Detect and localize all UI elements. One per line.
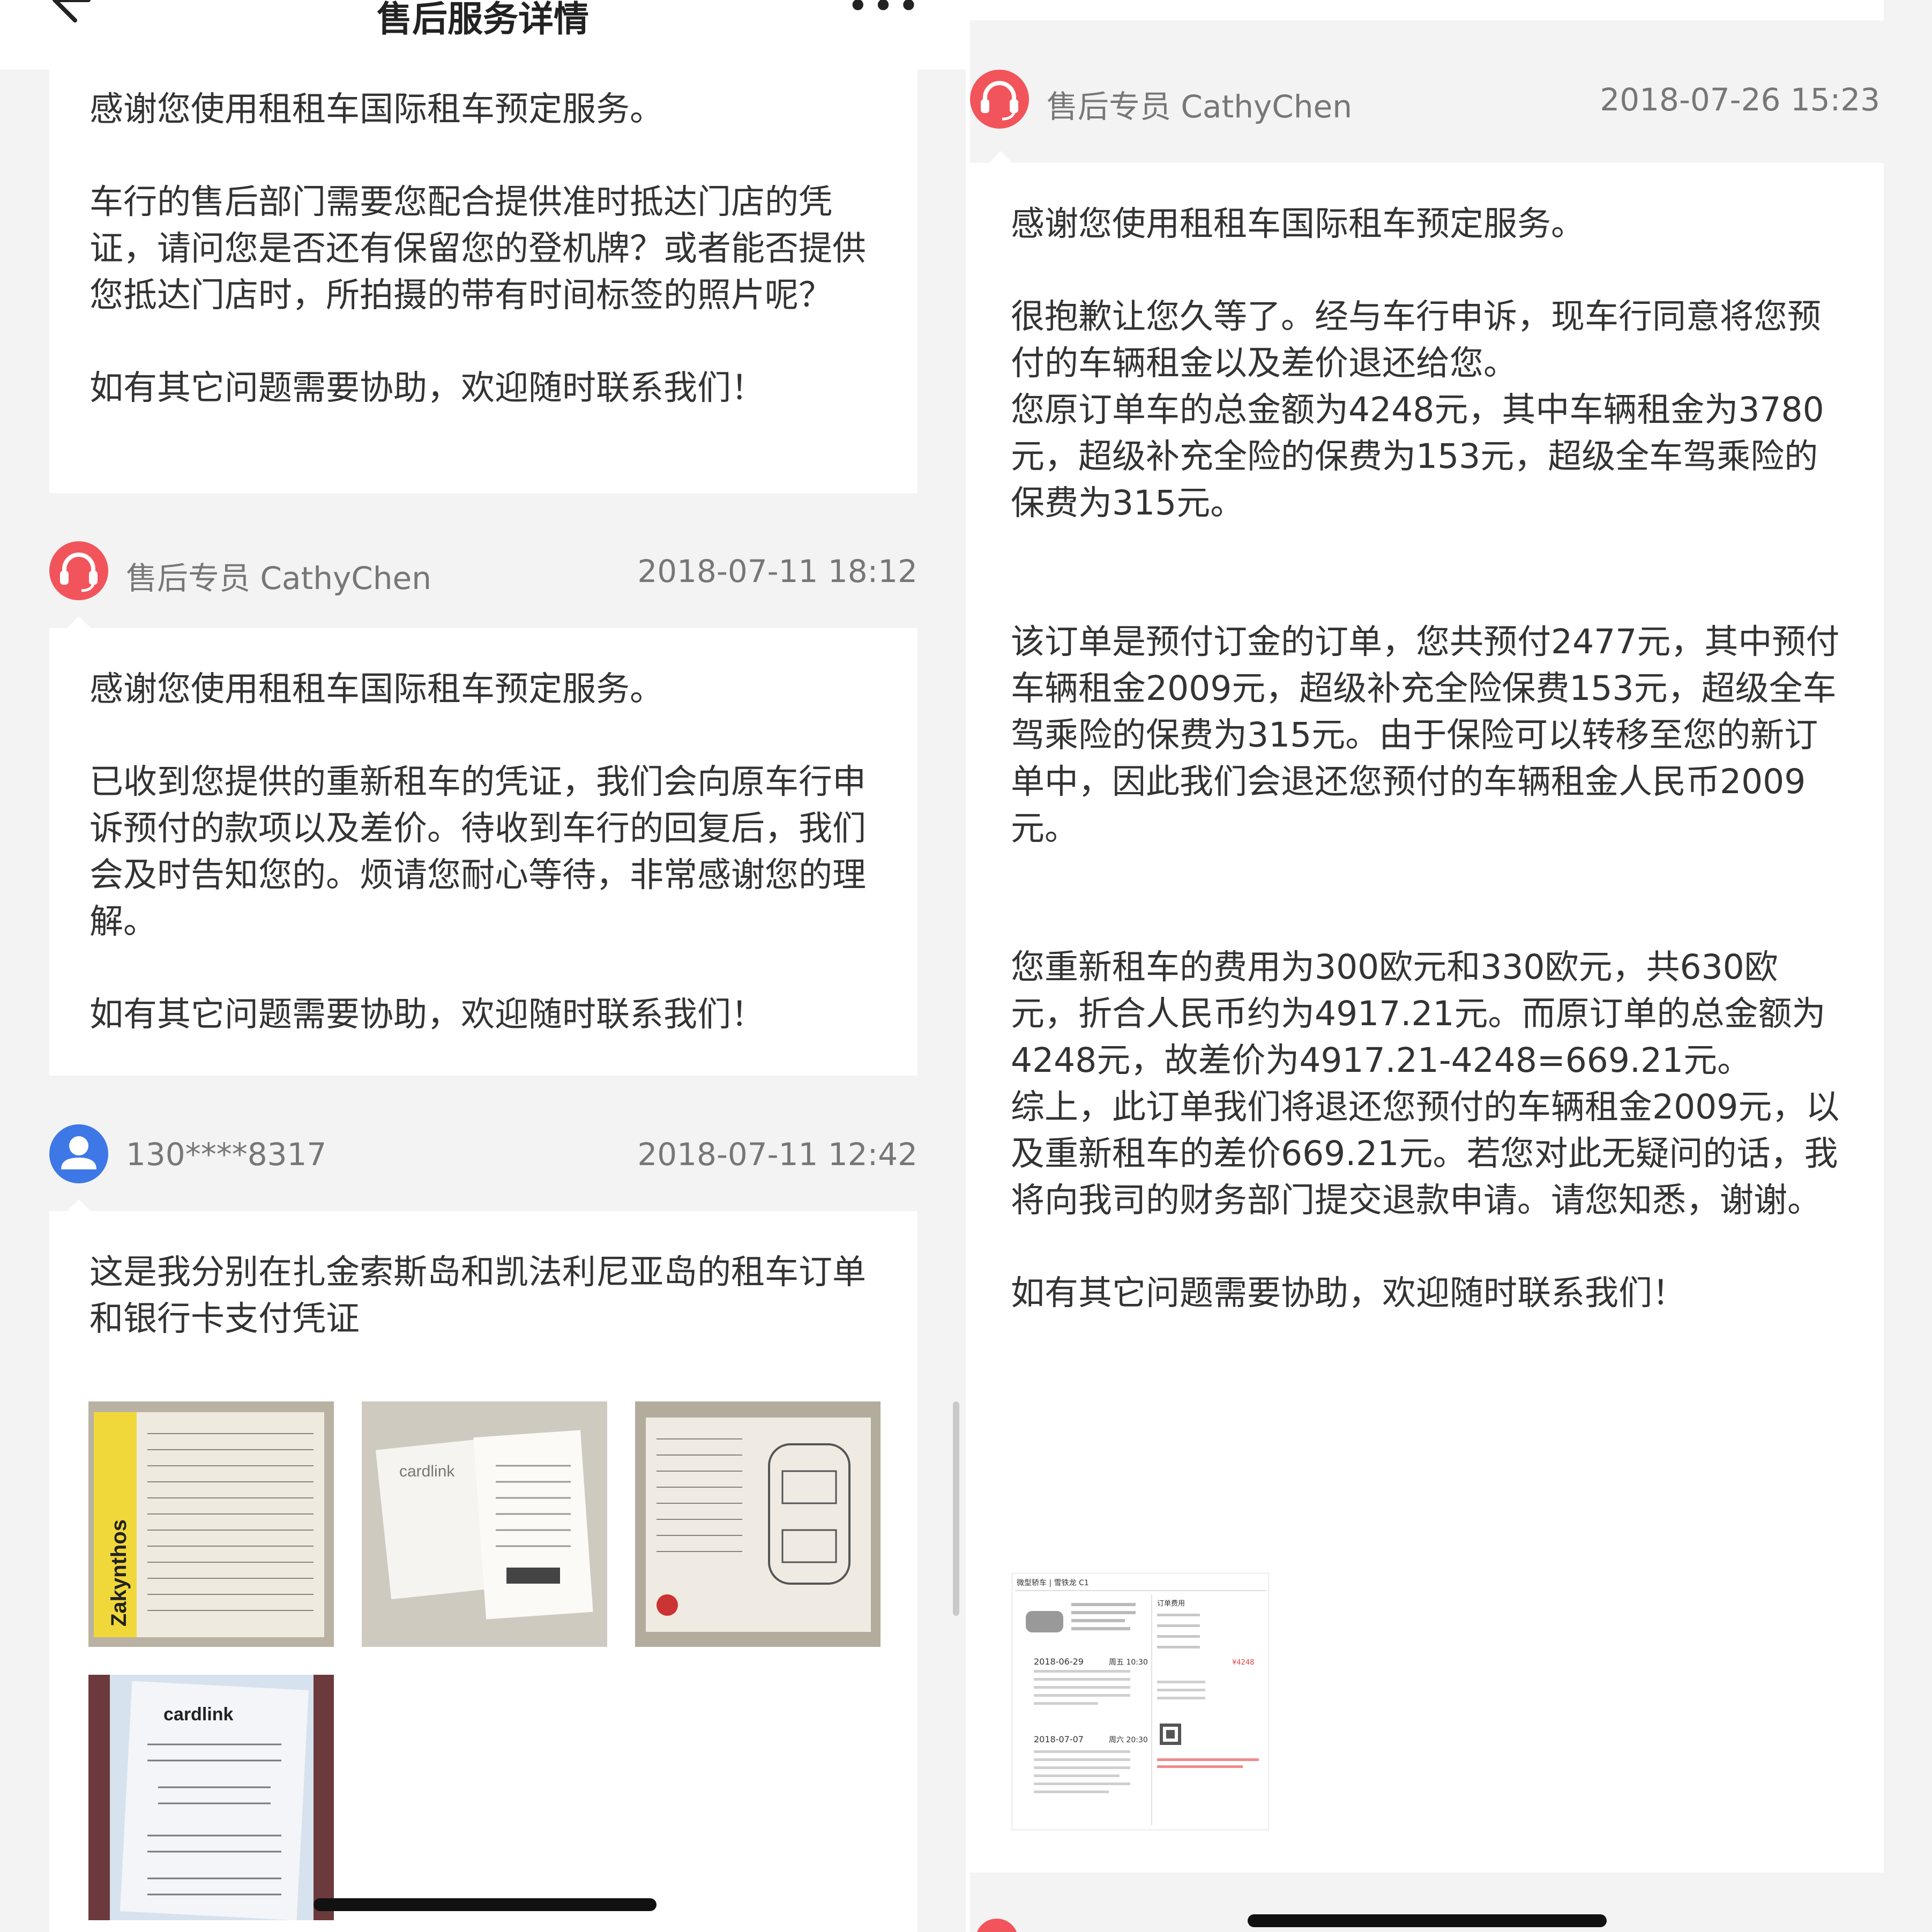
home-indicator — [314, 1898, 657, 1911]
attachment-order-label: 订单费用 — [1157, 1600, 1185, 1608]
cardlink-receipt-closeup-photo[interactable]: cardlink — [88, 1675, 334, 1920]
cardlink-receipt-photo[interactable]: cardlink — [362, 1401, 607, 1647]
avatar — [970, 70, 1029, 129]
car-damage-form-photo[interactable] — [635, 1401, 881, 1647]
right-screen: 售后专员 CathyChen 2018-07-26 15:23 感谢您使用租租车… — [970, 0, 1932, 1932]
message-paragraph: 如有其它问题需要协助，欢迎随时联系我们！ — [1011, 1273, 1686, 1312]
message-paragraph: 感谢您使用租租车国际租车预定服务。 — [1011, 204, 1585, 243]
message-paragraph: 已收到您提供的重新租车的凭证，我们会向原车行申诉预付的款项以及差价。待收到车行的… — [89, 762, 866, 941]
bubble-tail — [989, 151, 1012, 163]
headset-icon — [60, 553, 98, 592]
home-indicator — [1248, 1914, 1607, 1927]
headset-icon — [981, 81, 1018, 121]
message-paragraph: 您重新租车的费用为300欧元和330欧元，共630欧元，折合人民币约为4917.… — [1011, 948, 1826, 1080]
message-paragraph: 如有其它问题需要协助，欢迎随时联系我们！ — [89, 995, 765, 1034]
order-total: ¥4248 — [1232, 1659, 1254, 1667]
message-author: 130****8317 — [126, 1136, 327, 1173]
avatar — [49, 1124, 108, 1183]
zakynthos-rental-contract-photo[interactable]: Zakynthos — [88, 1401, 334, 1647]
photo-caption: cardlink — [399, 1463, 455, 1480]
avatar — [49, 541, 108, 600]
attachment-heading: 微型轿车 | 雪铁龙 C1 — [1017, 1578, 1089, 1587]
message-time: 2018-07-11 12:42 — [637, 1136, 917, 1173]
return-date: 2018-07-07 — [1034, 1734, 1084, 1744]
more-options-icon[interactable]: ••• — [847, 0, 923, 28]
message-card: 感谢您使用租租车国际租车预定服务。 已收到您提供的重新租车的凭证，我们会向原车行… — [49, 628, 917, 1076]
message-card-end — [970, 0, 1884, 20]
message-paragraph: 如有其它问题需要协助，欢迎随时联系我们！ — [89, 368, 765, 407]
photo-caption: cardlink — [163, 1704, 233, 1725]
message-text: 这是我分别在扎金索斯岛和凯法利尼亚岛的租车订单和银行卡支付凭证 — [89, 1252, 866, 1338]
message-author: 售后专员 CathyChen — [1047, 88, 1353, 125]
scrollbar[interactable] — [953, 1401, 959, 1616]
message-paragraph: 很抱歉让您久等了。经与车行申诉，现车行同意将您预付的车辆租金以及差价退还给您。 — [1011, 297, 1821, 383]
message-paragraph: 综上，此订单我们将退还您预付的车辆租金2009元，以及重新租车的差价669.21… — [1011, 1087, 1840, 1220]
bubble-tail — [67, 1199, 91, 1211]
message-paragraph: 感谢您使用租租车国际租车预定服务。 — [89, 669, 663, 708]
bubble-tail — [67, 616, 91, 628]
message-meta: 售后专员 CathyChen 2018-07-11 18:12 — [49, 541, 917, 606]
message-time: 2018-07-26 15:23 — [1600, 81, 1880, 118]
message-meta: 130****8317 2018-07-11 12:42 — [49, 1124, 917, 1189]
return-day: 周六 20:30 — [1109, 1736, 1148, 1744]
message-card: 感谢您使用租租车国际租车预定服务。 车行的售后部门需要您配合提供准时抵达门店的凭… — [49, 70, 917, 493]
left-screen: 售后服务详情 ••• 感谢您使用租租车国际租车预定服务。 车行的售后部门需要您配… — [0, 0, 966, 1932]
message-paragraph: 您原订单车的总金额为4248元，其中车辆租金为3780元，超级补充全险的保费为1… — [1011, 390, 1824, 523]
message-paragraph: 感谢您使用租租车国际租车预定服务。 — [89, 89, 663, 129]
order-screenshot-attachment[interactable]: 微型轿车 | 雪铁龙 C1 订单费用 2018-06-29 周五 10:30 ¥… — [1012, 1573, 1269, 1830]
photo-caption: Zakynthos — [107, 1519, 131, 1627]
message-author: 售后专员 CathyChen — [126, 560, 432, 596]
message-time: 2018-07-11 18:12 — [637, 553, 917, 590]
pickup-day: 周五 10:30 — [1109, 1658, 1148, 1667]
message-paragraph: 该订单是预付订金的订单，您共预付2477元，其中预付车辆租金2009元，超级补充… — [1011, 622, 1840, 848]
nav-header: 售后服务详情 ••• — [0, 0, 966, 70]
message-paragraph: 车行的售后部门需要您配合提供准时抵达门店的凭证，请问您是否还有保留您的登机牌？或… — [89, 182, 866, 315]
next-avatar-peek — [975, 1919, 1018, 1932]
message-meta: 售后专员 CathyChen 2018-07-26 15:23 — [970, 70, 1880, 134]
pickup-date: 2018-06-29 — [1034, 1657, 1084, 1667]
page-title: 售后服务详情 — [377, 0, 589, 40]
user-icon — [61, 1136, 96, 1169]
